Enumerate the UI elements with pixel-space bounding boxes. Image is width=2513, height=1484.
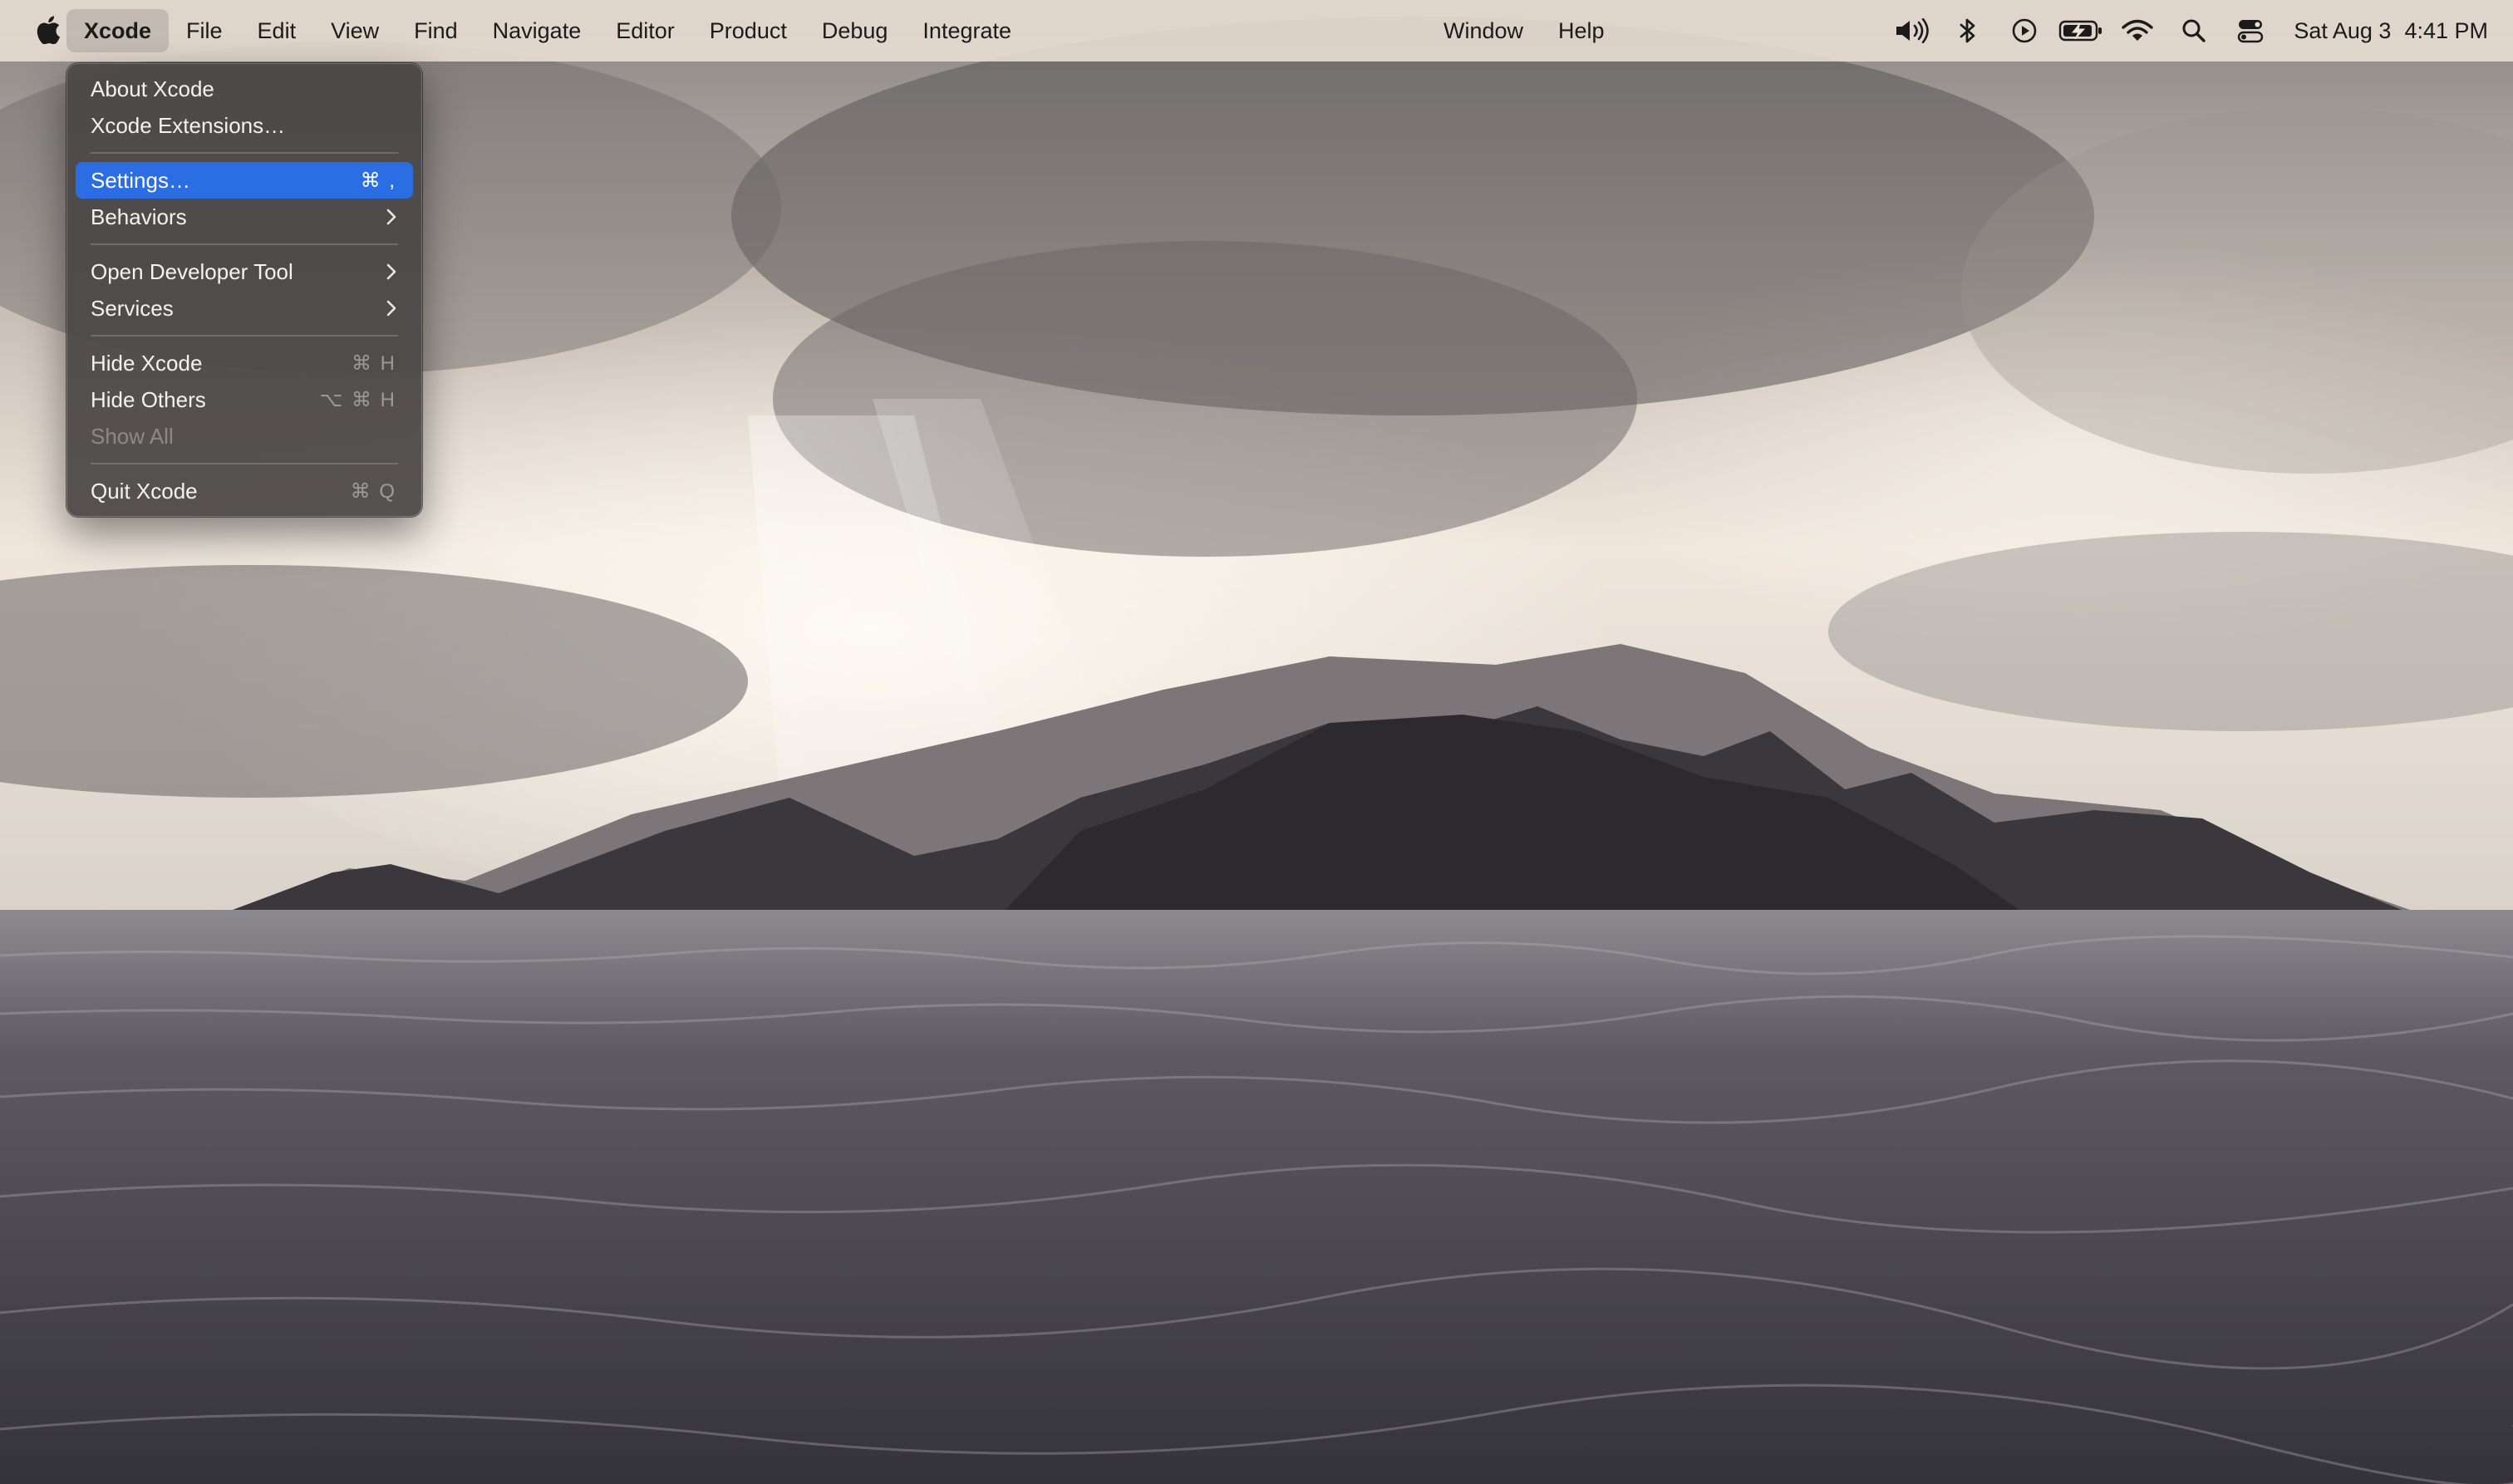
menu-item-quit-xcode[interactable]: Quit Xcode ⌘ Q (76, 473, 413, 509)
menu-separator (91, 152, 398, 154)
menu-bar: Xcode File Edit View Find Navigate Edito… (0, 0, 2513, 61)
menu-item-about-xcode[interactable]: About Xcode (76, 71, 413, 107)
menu-edit[interactable]: Edit (240, 9, 314, 52)
menu-item-xcode-extensions[interactable]: Xcode Extensions… (76, 107, 413, 144)
menu-item-label: Xcode Extensions… (91, 112, 286, 138)
menu-item-label: Behaviors (91, 204, 187, 229)
menu-help[interactable]: Help (1541, 9, 1622, 52)
volume-icon[interactable] (1883, 0, 1940, 61)
spotlight-search-icon[interactable] (2166, 0, 2222, 61)
menu-separator (91, 335, 398, 337)
menu-item-hide-others[interactable]: Hide Others ⌥ ⌘ H (76, 381, 413, 418)
menu-item-label: Services (91, 295, 174, 321)
menu-separator (91, 243, 398, 245)
menu-item-label: Show All (91, 423, 174, 449)
menubar-clock[interactable]: Sat Aug 3 4:41 PM (2294, 18, 2488, 44)
menu-xcode[interactable]: Xcode (66, 9, 170, 52)
menu-item-label: Hide Others (91, 386, 206, 412)
menu-item-hide-xcode[interactable]: Hide Xcode ⌘ H (76, 345, 413, 381)
xcode-app-menu: About Xcode Xcode Extensions… Settings… … (66, 63, 422, 517)
menu-editor[interactable]: Editor (598, 9, 692, 52)
menu-item-services[interactable]: Services (76, 290, 413, 327)
menu-product[interactable]: Product (692, 9, 804, 52)
clock-date: Sat Aug 3 (2294, 17, 2392, 43)
shortcut-label: ⌘ , (360, 169, 396, 192)
menu-item-label: Hide Xcode (91, 350, 203, 376)
status-area: Sat Aug 3 4:41 PM (1883, 0, 2488, 61)
now-playing-icon[interactable] (1996, 0, 2053, 61)
battery-charging-icon[interactable] (2053, 0, 2109, 61)
chevron-right-icon (381, 207, 396, 227)
menu-item-behaviors[interactable]: Behaviors (76, 199, 413, 235)
menu-item-label: Open Developer Tool (91, 258, 293, 284)
menu-item-show-all: Show All (76, 418, 413, 455)
shortcut-label: ⌥ ⌘ H (319, 388, 396, 411)
chevron-right-icon (381, 298, 396, 318)
shortcut-label: ⌘ H (352, 351, 396, 375)
menu-integrate[interactable]: Integrate (905, 9, 1029, 52)
menu-item-label: Settings… (91, 167, 190, 193)
shortcut-label: ⌘ Q (350, 479, 396, 503)
chevron-right-icon (381, 262, 396, 282)
menu-item-settings[interactable]: Settings… ⌘ , (76, 162, 413, 199)
bluetooth-icon[interactable] (1940, 0, 1996, 61)
menu-item-label: About Xcode (91, 76, 214, 101)
menu-item-label: Quit Xcode (91, 478, 198, 504)
control-center-icon[interactable] (2222, 0, 2279, 61)
menu-separator (91, 463, 398, 464)
menu-item-open-developer-tool[interactable]: Open Developer Tool (76, 253, 413, 290)
wifi-icon[interactable] (2109, 0, 2166, 61)
apple-menu-icon[interactable] (32, 13, 65, 47)
clock-time: 4:41 PM (2404, 17, 2488, 43)
menu-view[interactable]: View (313, 9, 396, 52)
menu-navigate[interactable]: Navigate (475, 9, 599, 52)
menu-find[interactable]: Find (396, 9, 475, 52)
menu-file[interactable]: File (169, 9, 240, 52)
menu-debug[interactable]: Debug (804, 9, 906, 52)
menu-window[interactable]: Window (1426, 9, 1541, 52)
